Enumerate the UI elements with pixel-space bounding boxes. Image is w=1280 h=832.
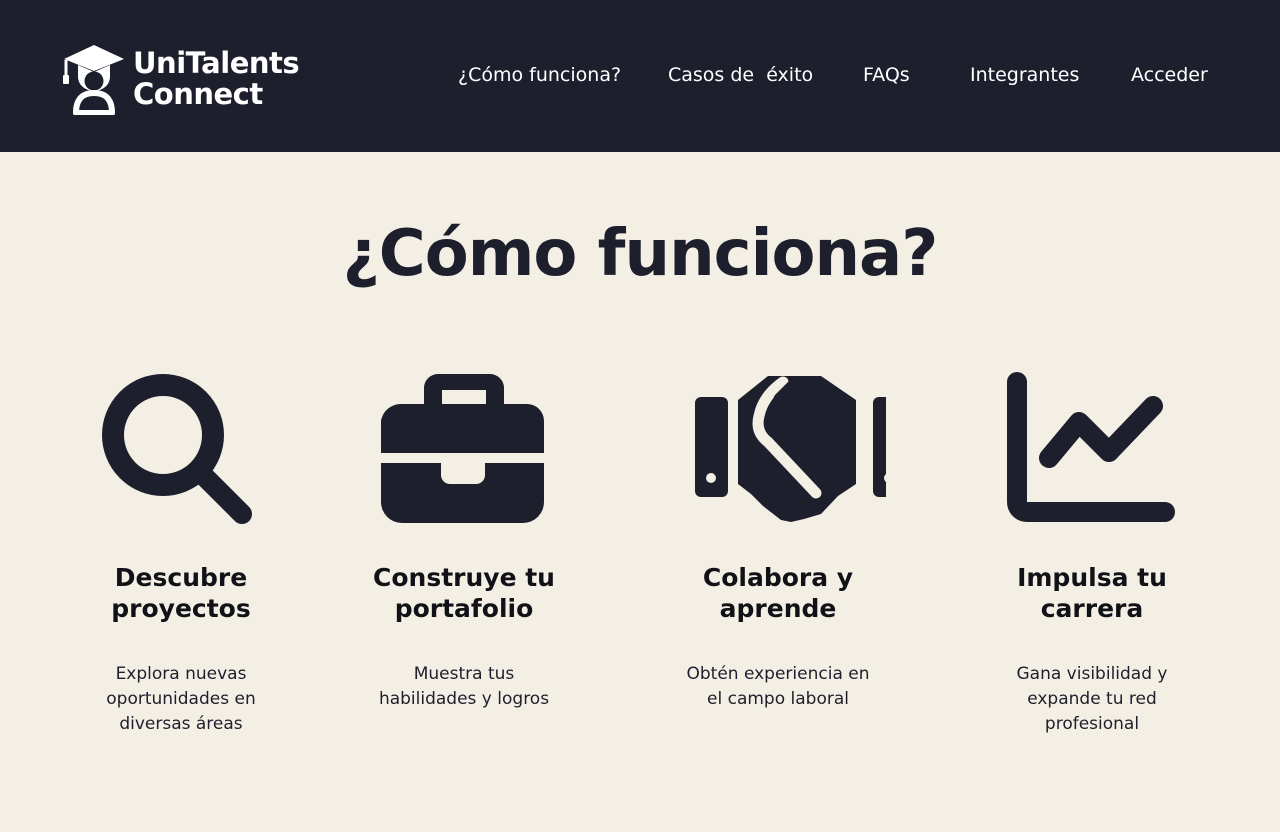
feature-title: Descubre proyectos <box>111 563 251 623</box>
nav-link-integrantes[interactable]: Integrantes <box>970 63 1079 87</box>
nav-link-faqs[interactable]: FAQs <box>863 63 910 87</box>
feature-title: Impulsa tu carrera <box>1017 563 1167 623</box>
feature-description: Gana visibilidad y expande tu red profes… <box>1016 664 1168 734</box>
nav-link-casos-de-exito[interactable]: Casos de éxito <box>668 63 813 87</box>
feature-card-colabora: Colabora y aprende Obtén experiencia en … <box>648 372 908 712</box>
nav-link-como-funciona[interactable]: ¿Cómo funciona? <box>458 63 621 87</box>
search-icon <box>102 374 252 524</box>
feature-description: Explora nuevas oportunidades en diversas… <box>106 664 256 734</box>
feature-description: Muestra tus habilidades y logros <box>378 664 550 709</box>
site-header: UniTalents Connect ¿Cómo funciona? Casos… <box>0 0 1280 152</box>
briefcase-icon <box>381 374 544 523</box>
handshake-icon <box>694 376 886 522</box>
feature-description: Obtén experiencia en el campo laboral <box>686 664 870 709</box>
brand-name-line1: UniTalents <box>133 46 300 80</box>
nav-link-acceder[interactable]: Acceder <box>1131 63 1208 87</box>
chart-line-icon <box>1007 372 1175 522</box>
feature-card-construye: Construye tu portafolio Muestra tus habi… <box>334 372 594 712</box>
graduate-person-icon <box>63 45 124 115</box>
feature-title: Construye tu portafolio <box>373 563 555 623</box>
feature-card-descubre: Descubre proyectos Explora nuevas oportu… <box>51 372 311 737</box>
feature-card-impulsa: Impulsa tu carrera Gana visibilidad y ex… <box>962 372 1222 737</box>
feature-title: Colabora y aprende <box>702 563 854 623</box>
section-title: ¿Cómo funciona? <box>342 217 939 291</box>
brand-name-line2: Connect <box>133 77 263 111</box>
brand-name: UniTalents Connect <box>133 48 323 110</box>
